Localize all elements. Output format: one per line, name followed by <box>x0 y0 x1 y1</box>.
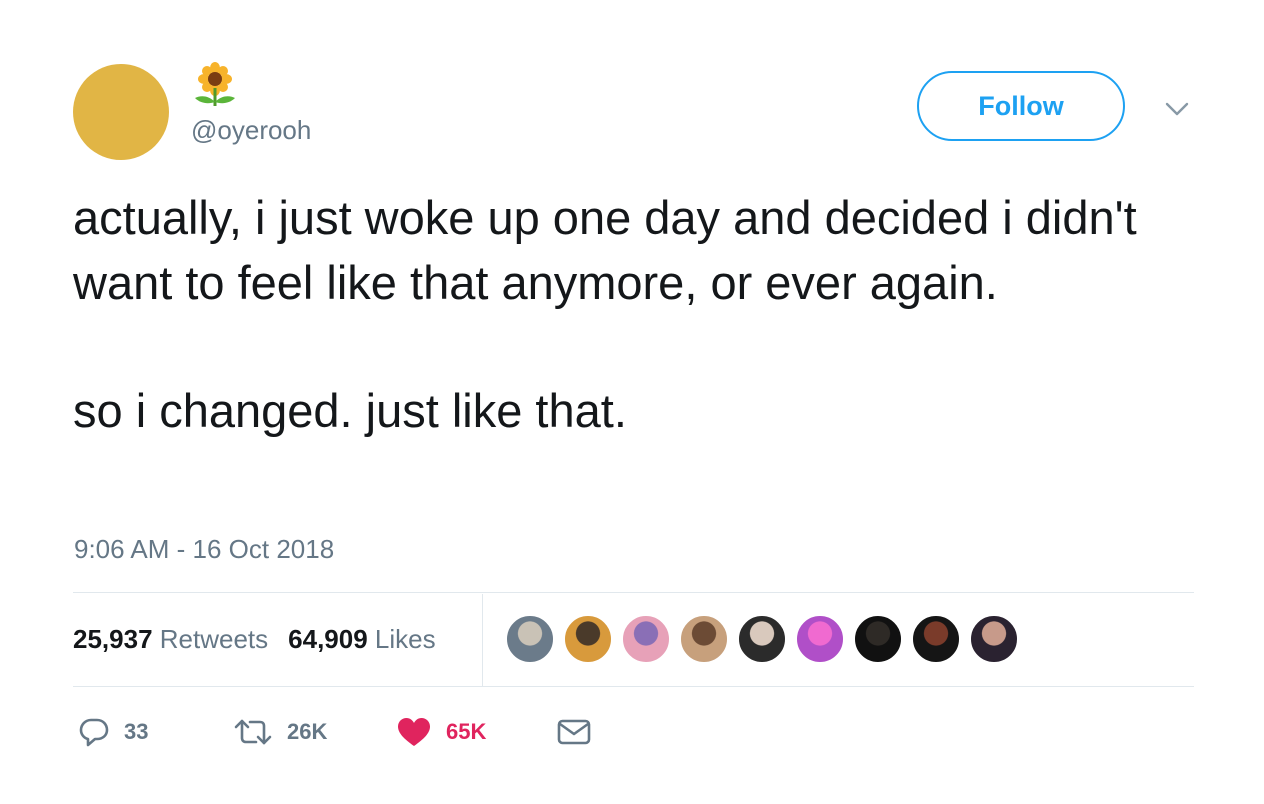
liker-avatar[interactable] <box>912 615 960 663</box>
retweet-button[interactable]: 26K <box>233 714 327 750</box>
like-count: 65K <box>446 719 487 744</box>
user-handle[interactable]: @oyerooh <box>191 115 311 145</box>
direct-message-button[interactable] <box>557 714 591 750</box>
retweet-icon <box>234 719 272 745</box>
stats-divider <box>482 594 483 686</box>
reply-count: 33 <box>124 719 149 744</box>
likes-stat[interactable]: 64,909 Likes <box>288 624 435 654</box>
liker-avatar[interactable] <box>680 615 728 663</box>
reply-icon <box>79 718 109 747</box>
like-button[interactable]: 65K <box>396 714 486 750</box>
retweets-count: 25,937 <box>73 624 153 654</box>
divider <box>73 592 1194 593</box>
liker-avatar[interactable] <box>796 615 844 663</box>
likes-label: Likes <box>374 624 436 654</box>
sunflower-icon <box>195 62 235 106</box>
liker-avatar[interactable] <box>564 615 612 663</box>
chevron-down-icon[interactable] <box>1164 100 1190 118</box>
tweet-stats: 25,937 Retweets 64,909 Likes <box>73 624 436 654</box>
liker-avatar[interactable] <box>506 615 554 663</box>
liker-avatar[interactable] <box>854 615 902 663</box>
divider <box>73 686 1194 687</box>
tweet-text: actually, i just woke up one day and dec… <box>73 186 1203 444</box>
liker-avatar[interactable] <box>738 615 786 663</box>
tweet-timestamp[interactable]: 9:06 AM - 16 Oct 2018 <box>74 534 334 564</box>
follow-button[interactable]: Follow <box>917 71 1125 141</box>
mail-icon <box>557 719 591 745</box>
retweet-count: 26K <box>287 719 328 744</box>
avatar[interactable] <box>73 64 169 160</box>
retweets-stat[interactable]: 25,937 Retweets <box>73 624 268 654</box>
retweets-label: Retweets <box>159 624 269 654</box>
heart-icon <box>398 718 430 746</box>
tweet-paragraph: so i changed. just like that. <box>73 384 627 437</box>
reply-button[interactable]: 33 <box>78 714 148 750</box>
likes-count: 64,909 <box>288 624 368 654</box>
tweet-paragraph: actually, i just woke up one day and dec… <box>73 191 1137 309</box>
liker-avatar[interactable] <box>970 615 1018 663</box>
liker-avatar[interactable] <box>622 615 670 663</box>
